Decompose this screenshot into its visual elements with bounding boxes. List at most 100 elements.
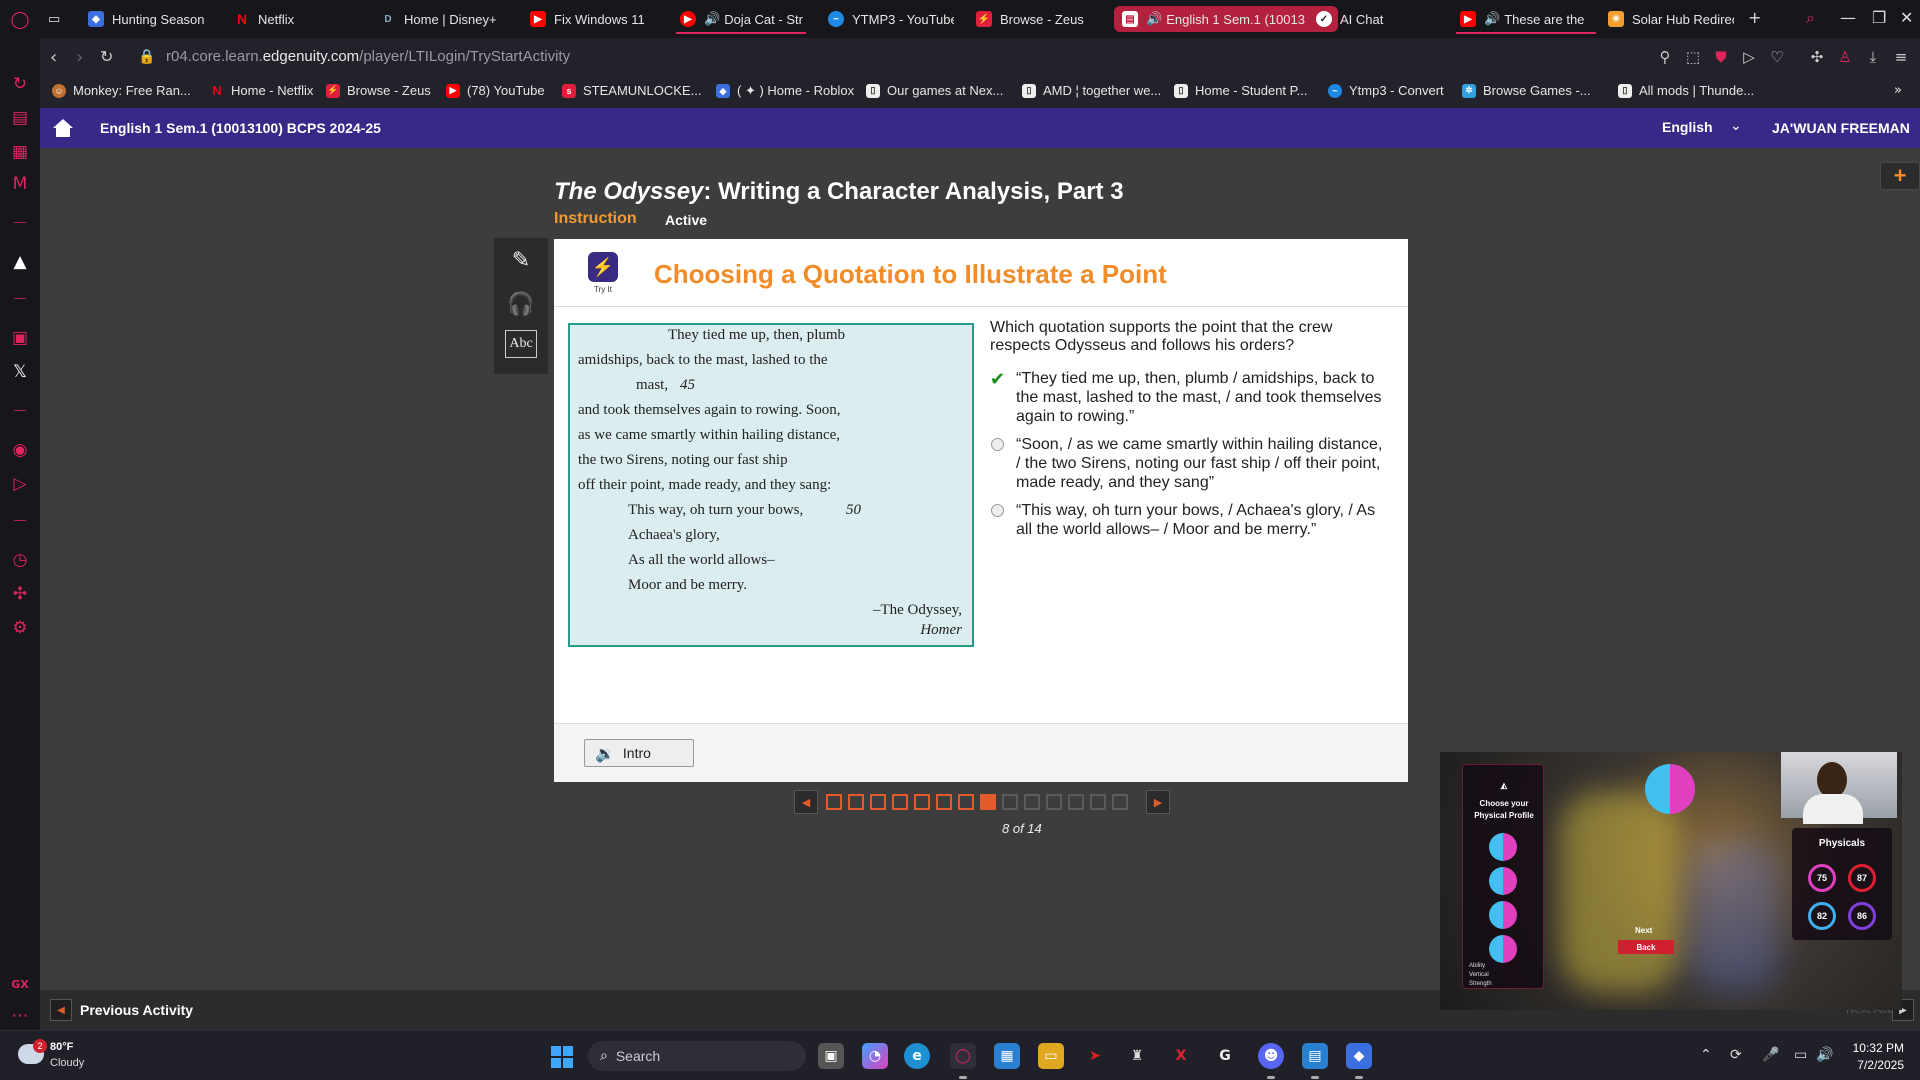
tab-netflix[interactable]: N Netflix: [230, 6, 330, 32]
page-box[interactable]: [892, 794, 908, 810]
more-bookmarks-icon[interactable]: »: [1894, 83, 1902, 98]
opera-logo-icon[interactable]: ◯: [8, 8, 32, 32]
forward-icon[interactable]: ›: [76, 47, 83, 68]
minimize-icon[interactable]: —: [1840, 8, 1856, 27]
bookmark-item[interactable]: ⚡ Browse - Zeus: [326, 83, 431, 98]
extensions-icon[interactable]: ✣: [1808, 48, 1826, 66]
file-explorer-icon[interactable]: ▭: [1038, 1043, 1064, 1069]
headphones-icon[interactable]: 🎧: [502, 286, 540, 322]
heart-icon[interactable]: ♡: [1768, 48, 1786, 66]
edge-icon[interactable]: e: [904, 1043, 930, 1069]
bookmark-item[interactable]: ◆( ✦ ) Home - Roblox: [716, 83, 854, 99]
intro-button[interactable]: 🔉 Intro: [584, 739, 694, 767]
bookmark-item[interactable]: ▯ Our games at Nex...: [866, 83, 1003, 98]
pinboard-icon[interactable]: ▦: [8, 140, 32, 164]
twitch-icon[interactable]: ▣: [8, 326, 32, 350]
pin-icon[interactable]: ⚲: [1656, 48, 1674, 66]
app-icon[interactable]: ♜: [1124, 1043, 1150, 1069]
volume-icon[interactable]: 🔊: [1816, 1047, 1833, 1063]
discord-icon[interactable]: ☻: [1258, 1043, 1284, 1069]
tab-instruction[interactable]: Instruction: [554, 210, 637, 228]
network-icon[interactable]: ▭: [1794, 1047, 1807, 1063]
x-twitter-icon[interactable]: 𝕏: [8, 360, 32, 384]
clock-time[interactable]: 10:32 PM: [1852, 1041, 1904, 1055]
language-select[interactable]: English: [1662, 119, 1713, 135]
weather-desc[interactable]: Cloudy: [50, 1057, 84, 1069]
page-box[interactable]: [826, 794, 842, 810]
tab-menu-icon[interactable]: ▭: [44, 6, 64, 32]
history-icon[interactable]: ◷: [8, 548, 32, 572]
download-icon[interactable]: ⤓: [1864, 48, 1882, 66]
radio-button[interactable]: [991, 504, 1004, 517]
next-page-arrow-icon[interactable]: ▶: [1146, 790, 1170, 814]
windows-start-icon[interactable]: [551, 1046, 573, 1068]
page-box[interactable]: [1112, 794, 1128, 810]
vpn-shield-icon[interactable]: ⛊: [1712, 48, 1730, 66]
tab-zeus[interactable]: ⚡ Browse - Zeus: [972, 6, 1102, 32]
easy-setup-icon[interactable]: ≡: [1892, 48, 1910, 66]
bookmark-item[interactable]: ~ Ytmp3 - Convert: [1328, 83, 1444, 98]
page-box[interactable]: [958, 794, 974, 810]
profile-icon[interactable]: ♙: [1836, 48, 1854, 66]
page-box[interactable]: [1002, 794, 1018, 810]
copilot-icon[interactable]: ◔: [862, 1043, 888, 1069]
picture-in-picture-video[interactable]: ◭ Choose your Physical Profile Ability V…: [1440, 752, 1902, 1010]
user-name[interactable]: JA'WUAN FREEMAN: [1772, 120, 1910, 136]
tab-hunting-season[interactable]: ◆Hunting Season [E: [84, 6, 204, 32]
tray-overflow-icon[interactable]: ⌃: [1700, 1047, 1712, 1063]
notepad-icon[interactable]: ▤: [1302, 1043, 1328, 1069]
x-app-icon[interactable]: X: [1168, 1043, 1194, 1069]
taskbar-search[interactable]: ⌕ Search: [588, 1041, 806, 1071]
tab-fix-windows[interactable]: ▶Fix Windows 11 24: [526, 6, 646, 32]
bookmark-item[interactable]: ☺ Monkey: Free Ran...: [52, 83, 191, 98]
player-icon[interactable]: ▷: [8, 472, 32, 496]
url-field[interactable]: r04.core.learn.edgenuity.com/player/LTIL…: [166, 48, 570, 65]
roblox-icon[interactable]: ◆: [1346, 1043, 1372, 1069]
tab-these-are-the[interactable]: ▶ 🔊 These are the: [1456, 6, 1596, 32]
mail-icon[interactable]: M: [8, 172, 32, 196]
close-icon[interactable]: ✕: [1900, 8, 1913, 27]
weather-temp[interactable]: 80°F: [50, 1041, 73, 1053]
snapshot-icon[interactable]: ⬚: [1684, 48, 1702, 66]
back-icon[interactable]: ‹: [50, 47, 57, 68]
page-box[interactable]: [914, 794, 930, 810]
more-icon[interactable]: ⋯: [8, 1004, 32, 1028]
workspace-icon[interactable]: ▤: [8, 106, 32, 130]
restore-icon[interactable]: ❐: [1872, 8, 1886, 27]
pencil-icon[interactable]: ✎: [502, 242, 540, 278]
page-box[interactable]: [1024, 794, 1040, 810]
bookmark-item[interactable]: ✲ Browse Games -...: [1462, 83, 1591, 98]
page-box[interactable]: [870, 794, 886, 810]
tab-ai-chat[interactable]: ✓ AI Chat: [1312, 6, 1422, 32]
microphone-icon[interactable]: 🎤: [1762, 1047, 1779, 1063]
g-app-icon[interactable]: G: [1212, 1043, 1238, 1069]
previous-page-arrow-icon[interactable]: ◀: [794, 790, 818, 814]
reload-icon[interactable]: ↻: [100, 47, 113, 66]
radio-button[interactable]: [991, 438, 1004, 451]
music-player-icon[interactable]: ◉: [8, 438, 32, 462]
page-box[interactable]: [936, 794, 952, 810]
bookmark-item[interactable]: ▯ All mods | Thunde...: [1618, 83, 1754, 98]
gx-icon[interactable]: GX: [8, 972, 32, 996]
page-box[interactable]: [1046, 794, 1062, 810]
previous-activity-button[interactable]: ◀ Previous Activity: [50, 999, 193, 1021]
tab-ytmp3[interactable]: ~ YTMP3 - YouTube: [824, 6, 954, 32]
tab-solar-hub[interactable]: ☀ Solar Hub Redirec: [1604, 6, 1734, 32]
sync-icon[interactable]: ⟳: [1730, 1047, 1742, 1063]
send-icon[interactable]: ▷: [1740, 48, 1758, 66]
chevron-down-icon[interactable]: ⌄: [1730, 118, 1742, 134]
aria-icon[interactable]: ↻: [8, 72, 32, 96]
bookmark-item[interactable]: ▶ (78) YouTube: [446, 83, 545, 98]
tab-doja-cat[interactable]: ▶ 🔊 Doja Cat - Str: [676, 6, 806, 32]
bookmark-item[interactable]: ▯ AMD ¦ together we...: [1022, 83, 1161, 98]
arc-icon[interactable]: ▲: [8, 250, 32, 274]
game-app-icon[interactable]: ➤: [1082, 1043, 1108, 1069]
store-icon[interactable]: ▦: [994, 1043, 1020, 1069]
page-box[interactable]: [1068, 794, 1084, 810]
task-view-icon[interactable]: ▣: [818, 1043, 844, 1069]
home-icon[interactable]: [52, 117, 74, 139]
tab-edgenuity[interactable]: ▤ 🔊 English 1 Sem.1 (10013: [1114, 6, 1338, 32]
page-box[interactable]: [848, 794, 864, 810]
clock-date[interactable]: 7/2/2025: [1844, 1058, 1904, 1072]
search-tabs-icon[interactable]: ⌕: [1806, 8, 1815, 28]
